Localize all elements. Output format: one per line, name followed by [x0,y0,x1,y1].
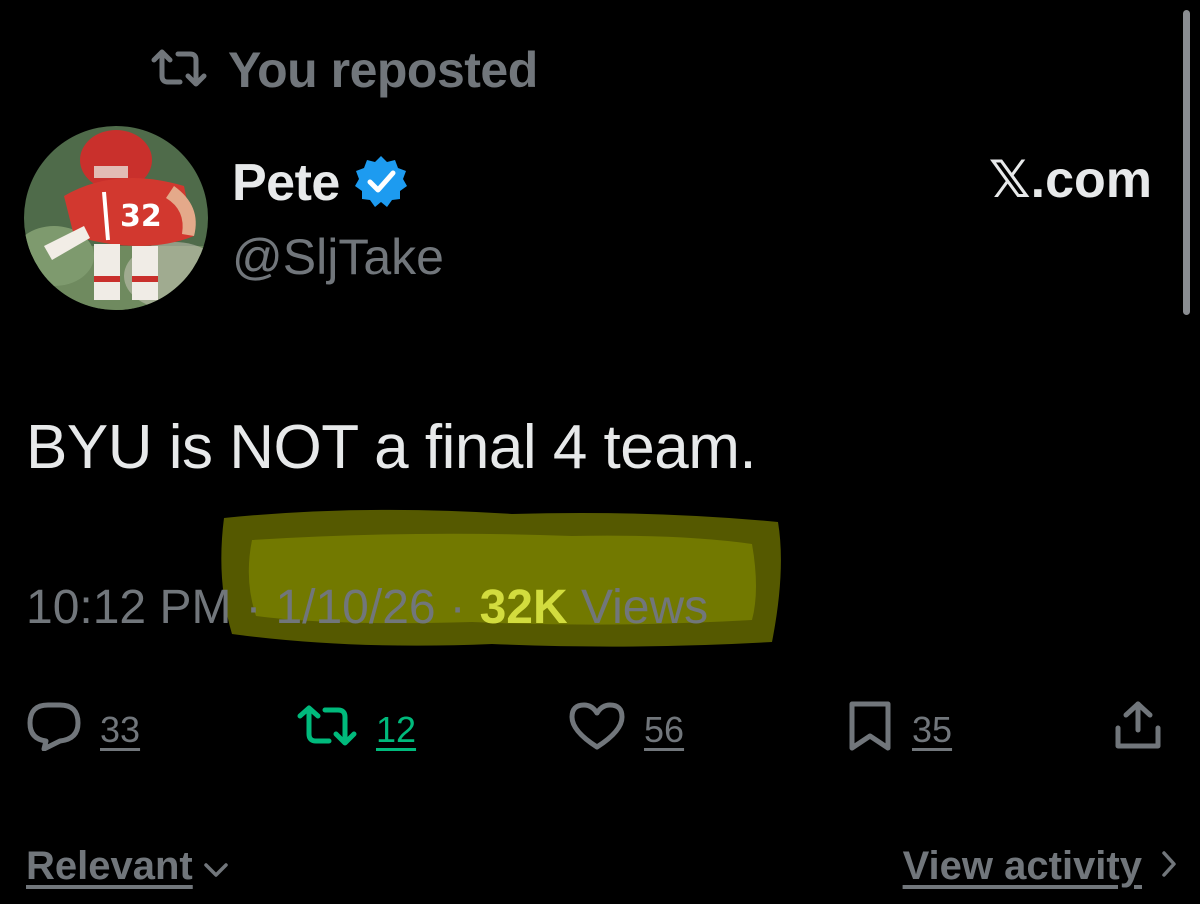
jersey-number: 32 [120,199,162,234]
author-handle[interactable]: @SljTake [232,228,444,286]
repost-header-text: You reposted [228,42,538,98]
view-activity-link[interactable]: View activity [903,844,1178,889]
view-activity-label: View activity [902,844,1142,888]
sort-relevant-dropdown[interactable]: Relevant [26,844,229,889]
tweet-time[interactable]: 10:12 PM [26,580,231,635]
bookmark-button[interactable]: 35 [846,700,952,760]
views-label: Views [580,581,709,634]
views-count[interactable]: 32K [480,581,568,634]
sort-relevant-label: Relevant [26,844,193,888]
tweet-text: BYU is NOT a final 4 team. [26,413,757,482]
source-watermark: 𝕏.com [988,151,1152,209]
scrollbar[interactable] [1183,10,1190,315]
repost-count: 12 [376,709,417,750]
verified-badge-icon[interactable] [354,154,408,213]
tweet-meta: 10:12 PM · 1/10/26 · 32K Views [26,580,708,635]
avatar[interactable]: 32 [24,126,208,310]
tweet-date[interactable]: 1/10/26 [275,580,435,635]
share-button[interactable] [1112,700,1164,760]
repost-icon [296,704,358,757]
chevron-right-icon [1160,844,1178,889]
chevron-down-icon [203,844,229,889]
reply-button[interactable]: 33 [26,700,140,760]
heart-icon [568,701,626,760]
author-display-name[interactable]: Pete [232,153,340,213]
like-button[interactable]: 56 [568,700,684,760]
repost-button[interactable]: 12 [296,700,416,760]
like-count: 56 [644,709,685,750]
meta-separator: · [245,581,262,634]
repost-icon [150,48,208,93]
repost-header: You reposted [150,38,538,102]
author-name-row[interactable]: Pete [232,148,408,218]
bookmark-count: 35 [912,709,953,750]
reply-icon [26,701,82,760]
share-icon [1112,700,1164,761]
reply-count: 33 [100,709,141,750]
bookmark-icon [846,700,894,761]
meta-separator: · [449,581,466,634]
